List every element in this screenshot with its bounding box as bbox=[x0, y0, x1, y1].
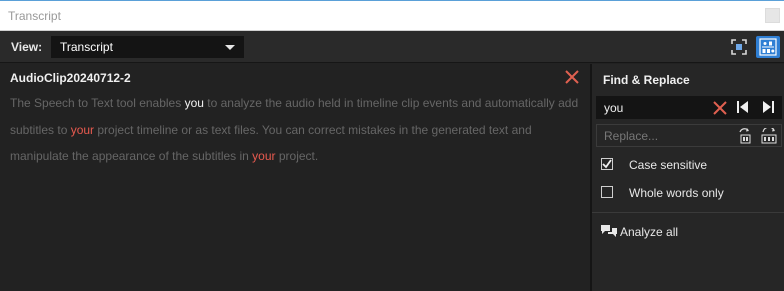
transcript-text[interactable]: The Speech to Text tool enables you to a… bbox=[10, 90, 580, 170]
transcript-segment: The Speech to Text tool enables bbox=[10, 96, 185, 110]
view-dropdown[interactable]: Transcript bbox=[51, 36, 244, 58]
subtitles-icon bbox=[759, 38, 777, 56]
replace-field[interactable]: Replace... bbox=[596, 124, 782, 147]
find-replace-panel: Find & Replace you Replace... Case sensi… bbox=[592, 64, 784, 291]
fit-to-window-icon[interactable] bbox=[731, 39, 747, 55]
transcript-segment: project. bbox=[275, 149, 319, 163]
transcript-pane: AudioClip20240712-2 The Speech to Text t… bbox=[0, 64, 590, 291]
speech-bubbles-icon bbox=[601, 225, 617, 237]
case-sensitive-checkbox[interactable] bbox=[601, 158, 613, 170]
clip-title: AudioClip20240712-2 bbox=[10, 71, 131, 85]
find-previous-icon[interactable] bbox=[737, 101, 749, 113]
transcript-match: your bbox=[70, 122, 95, 137]
chevron-down-icon bbox=[225, 45, 235, 50]
transcript-current-match: you bbox=[184, 96, 204, 110]
find-input-value: you bbox=[604, 101, 624, 115]
find-replace-title: Find & Replace bbox=[603, 73, 690, 87]
analyze-all-label: Analyze all bbox=[620, 225, 679, 239]
section-divider bbox=[592, 212, 784, 213]
window-titlebar: Transcript bbox=[0, 0, 784, 31]
whole-words-checkbox[interactable] bbox=[601, 186, 613, 198]
find-next-icon[interactable] bbox=[762, 101, 774, 113]
checkmark-icon bbox=[602, 159, 612, 169]
transcript-match: your bbox=[252, 149, 276, 163]
case-sensitive-label: Case sensitive bbox=[629, 158, 708, 172]
find-field[interactable]: you bbox=[596, 96, 782, 119]
replace-icon[interactable] bbox=[738, 128, 752, 144]
close-icon[interactable] bbox=[565, 70, 579, 84]
subtitles-button[interactable] bbox=[756, 36, 780, 58]
view-dropdown-value: Transcript bbox=[60, 40, 113, 54]
replace-placeholder: Replace... bbox=[604, 129, 659, 143]
window-close-button[interactable] bbox=[765, 8, 780, 23]
toolbar: View: Transcript bbox=[0, 31, 784, 63]
whole-words-label: Whole words only bbox=[629, 186, 724, 200]
clear-icon[interactable] bbox=[713, 101, 727, 115]
view-label: View: bbox=[11, 40, 43, 54]
window-title: Transcript bbox=[8, 9, 61, 23]
replace-all-icon[interactable] bbox=[760, 128, 778, 144]
